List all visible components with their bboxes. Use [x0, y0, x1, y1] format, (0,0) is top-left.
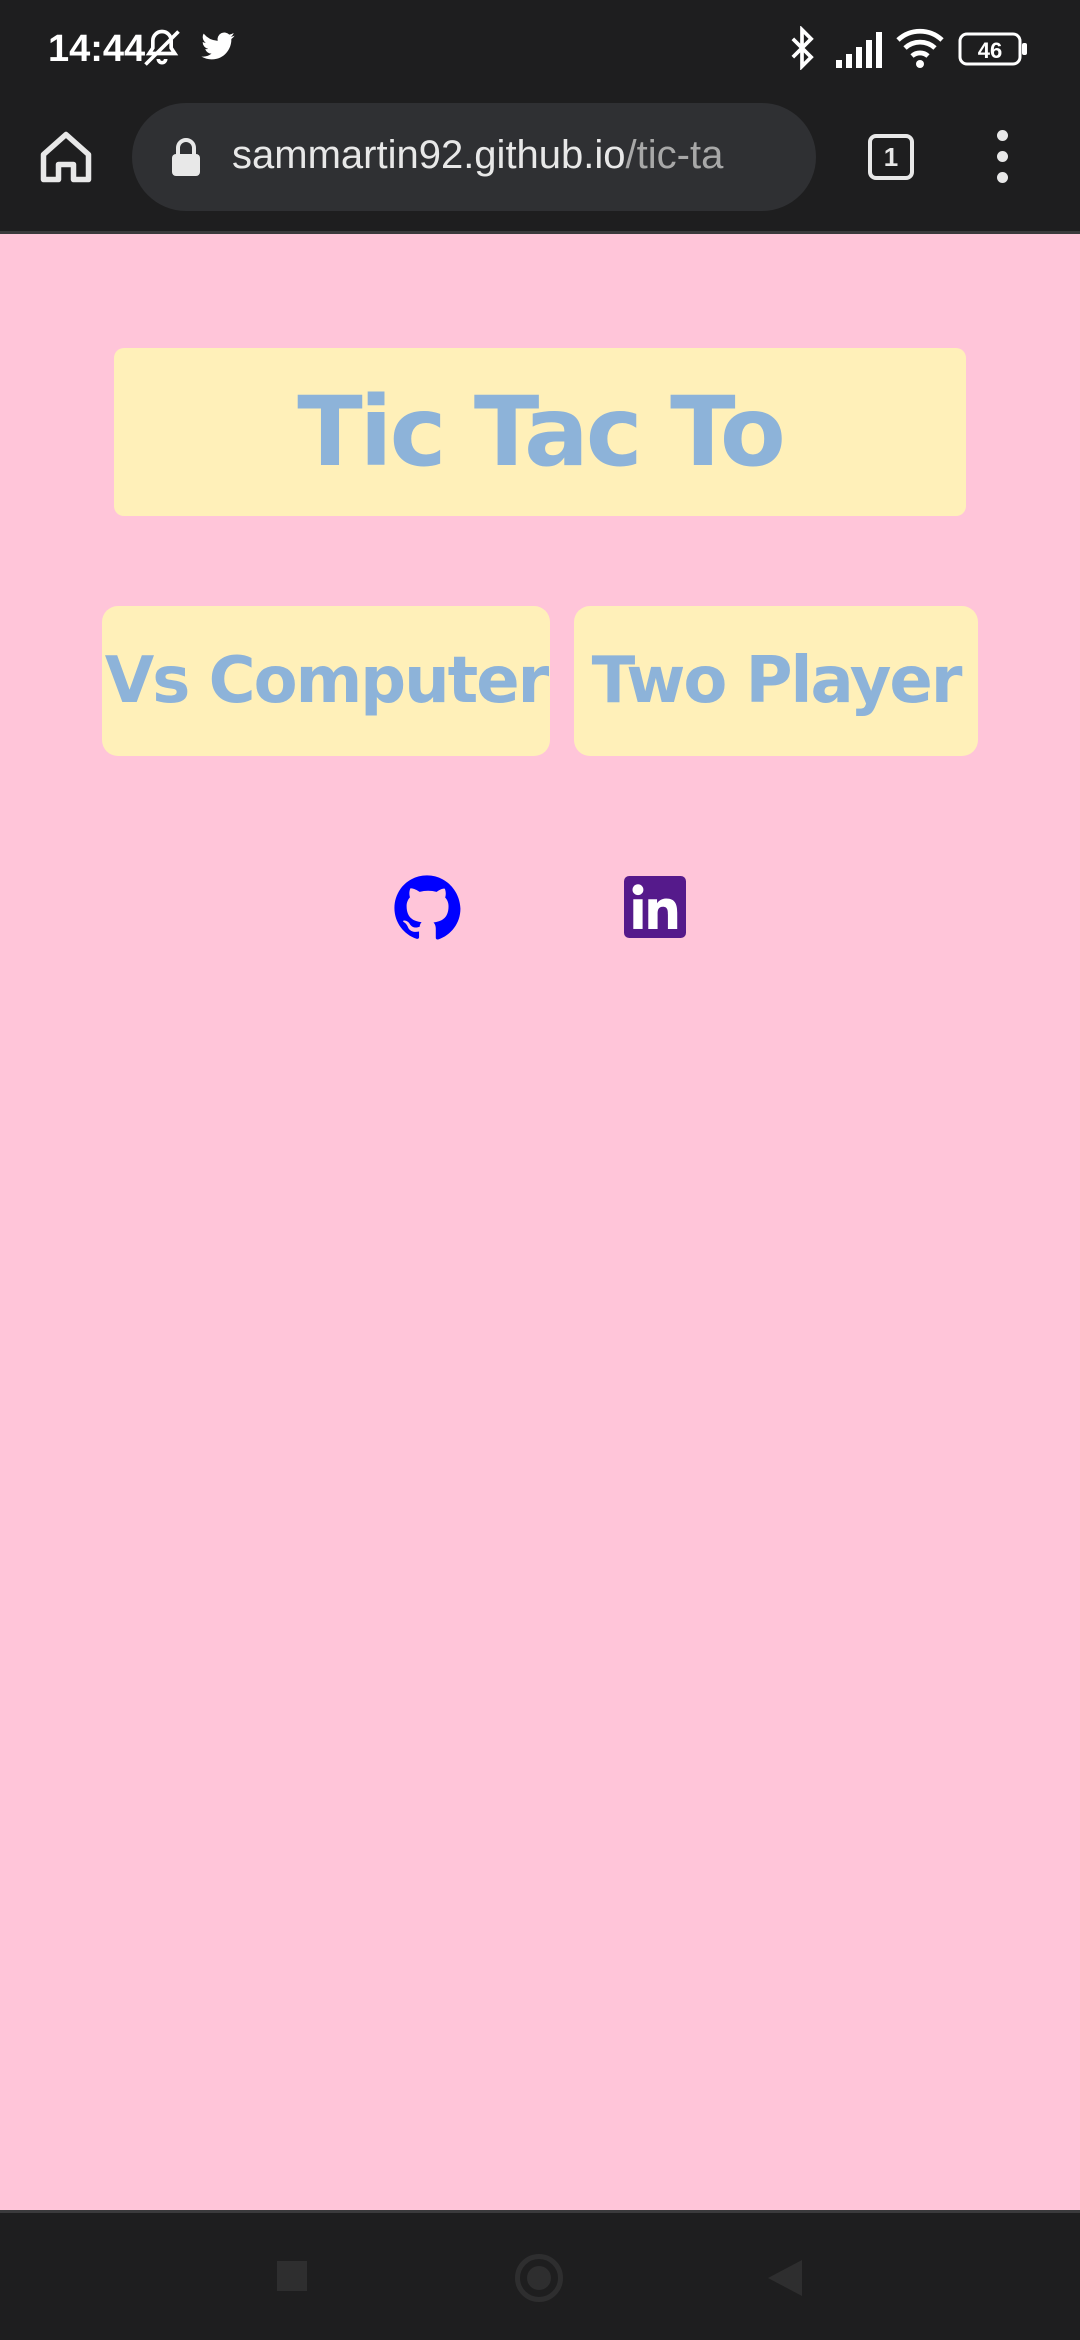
system-home-button[interactable] [515, 2254, 563, 2302]
wifi-icon [896, 28, 944, 72]
url-host: sammartin92.github.io [232, 133, 626, 177]
github-icon [394, 875, 461, 940]
vs-computer-button[interactable]: Vs Computer [102, 606, 550, 756]
title-banner: Tic Tac To [114, 348, 966, 516]
overflow-menu-button[interactable] [990, 130, 1014, 186]
url-path: /tic-ta [625, 133, 724, 177]
linkedin-icon [624, 876, 686, 938]
home-button[interactable] [36, 127, 96, 187]
home-icon [40, 131, 92, 183]
two-player-button[interactable]: Two Player [574, 606, 978, 756]
svg-text:46: 46 [978, 38, 1002, 63]
menu-dot [996, 172, 1008, 183]
bluetooth-icon [784, 25, 820, 74]
menu-dot [996, 151, 1008, 162]
lock-icon [170, 138, 202, 180]
url-text: sammartin92.github.io/tic-ta [232, 133, 792, 178]
mute-icon [140, 26, 184, 74]
back-icon[interactable] [768, 2260, 802, 2296]
tab-switcher-button[interactable]: 1 [868, 134, 914, 180]
menu-dot [996, 130, 1008, 141]
twitter-icon [198, 26, 238, 70]
battery-icon: 46 [958, 32, 1028, 70]
github-link[interactable] [393, 874, 461, 942]
recents-button[interactable] [277, 2261, 307, 2291]
status-bar: 14:44 46 [0, 0, 1080, 100]
signal-icon [836, 32, 882, 72]
address-bar[interactable]: sammartin92.github.io/tic-ta [132, 103, 816, 211]
system-nav-bar [0, 2210, 1080, 2340]
browser-toolbar: sammartin92.github.io/tic-ta 1 [0, 100, 1080, 234]
status-time: 14:44 [48, 28, 146, 70]
page-title: Tic Tac To [297, 376, 786, 488]
linkedin-link[interactable] [624, 876, 686, 938]
